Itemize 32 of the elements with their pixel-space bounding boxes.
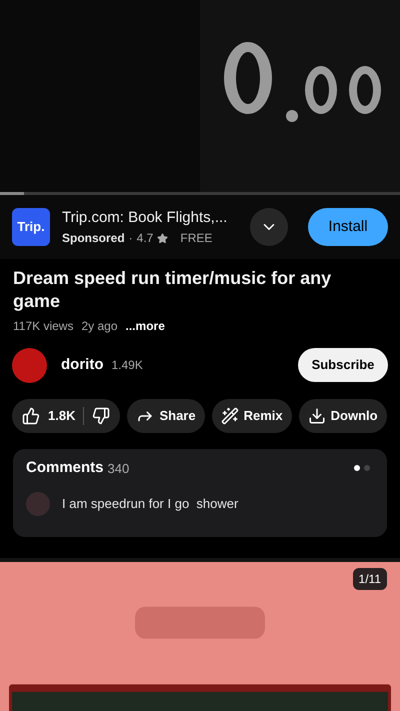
channel-avatar[interactable] xyxy=(12,348,47,382)
app-logo: Trip. xyxy=(12,208,50,246)
price: FREE xyxy=(180,230,212,248)
view-count: 117K views xyxy=(13,318,74,335)
channel-name[interactable]: dorito xyxy=(61,354,104,376)
upload-age: 2y ago xyxy=(81,318,118,335)
commenter-avatar xyxy=(26,492,50,516)
progress-bar[interactable] xyxy=(0,192,400,195)
more-link[interactable]: ...more xyxy=(126,317,165,335)
install-button[interactable]: Install xyxy=(308,208,388,246)
remix-icon xyxy=(220,407,239,425)
expand-button[interactable] xyxy=(250,208,288,246)
subscriber-count: 1.49K xyxy=(112,357,143,374)
thumbs-down-icon[interactable] xyxy=(92,407,110,425)
image-counter: 1/11 xyxy=(352,568,387,590)
comments-title: Comments xyxy=(26,458,104,478)
rating: 4.7 xyxy=(136,230,154,248)
share-button[interactable]: Share xyxy=(127,399,205,433)
download-icon xyxy=(308,407,326,425)
like-button[interactable]: 1.8K xyxy=(22,406,76,426)
ad-title: Trip.com: Book Flights,... xyxy=(62,208,228,228)
subscribe-button[interactable]: Subscribe xyxy=(298,348,388,382)
sponsored-label: Sponsored xyxy=(62,230,125,248)
star-icon xyxy=(157,232,168,244)
comment-text: I am speedrun for I go shower xyxy=(62,494,238,513)
remix-button[interactable]: Remix xyxy=(212,399,292,433)
comments-card[interactable]: Comments 340 I am speedrun for I go shower xyxy=(13,449,387,537)
thumbs-up-icon xyxy=(22,407,40,425)
video-title: Dream speed run timer/music for any game xyxy=(13,267,332,313)
comment-count: 340 xyxy=(108,460,130,478)
download-button[interactable]: Downlo xyxy=(298,399,387,433)
separator: · xyxy=(128,230,133,248)
